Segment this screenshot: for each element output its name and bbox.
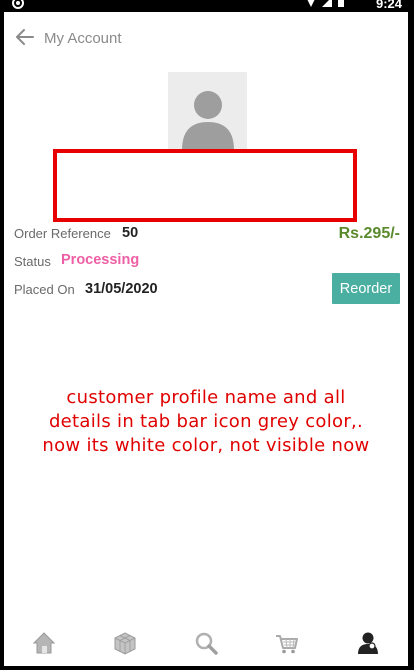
- tab-bar: [4, 620, 408, 666]
- placed-on-label: Placed On: [14, 282, 75, 297]
- order-reference-value: 50: [122, 225, 139, 241]
- category-cube-icon: [114, 632, 136, 655]
- order-price: Rs.295/-: [338, 225, 400, 242]
- wifi-icon: [306, 0, 316, 7]
- status-label: Status: [14, 254, 51, 269]
- order-reference-label: Order Reference: [14, 226, 111, 241]
- tab-search[interactable]: [186, 623, 226, 663]
- annotation-note: customer profile name and all details in…: [8, 386, 404, 458]
- annotation-line: details in tab bar icon grey color,.: [48, 411, 364, 432]
- redaction-highlight-box: [53, 149, 357, 222]
- signal-icon: [322, 0, 332, 7]
- camera-icon: [12, 0, 24, 9]
- status-bar: 9:24: [0, 0, 414, 12]
- status-value: Processing: [61, 252, 140, 268]
- avatar[interactable]: [168, 72, 247, 150]
- tab-categories[interactable]: [105, 623, 145, 663]
- home-icon: [33, 632, 56, 654]
- page-title: My Account: [44, 30, 122, 47]
- battery-icon: [338, 0, 344, 7]
- system-nav-bar: [0, 666, 414, 670]
- placed-on-value: 31/05/2020: [85, 281, 158, 297]
- annotation-line: now its white color, not visible now: [42, 435, 370, 456]
- tab-home[interactable]: [24, 623, 64, 663]
- reorder-button[interactable]: Reorder: [332, 273, 400, 304]
- tab-account[interactable]: [348, 623, 388, 663]
- account-icon: [357, 632, 378, 654]
- arrow-left-icon: [16, 29, 34, 45]
- status-icons: [306, 0, 344, 7]
- annotation-line: customer profile name and all: [66, 387, 346, 408]
- status-time: 9:24: [375, 0, 402, 11]
- search-icon: [195, 632, 218, 655]
- cart-icon: [275, 635, 298, 654]
- back-button[interactable]: [14, 26, 36, 48]
- tab-cart[interactable]: [267, 623, 307, 663]
- account-screen: My Account Order Reference 50 Rs.295/- S…: [4, 12, 408, 666]
- app-bar: My Account: [4, 12, 408, 64]
- person-silhouette-icon: [182, 91, 234, 150]
